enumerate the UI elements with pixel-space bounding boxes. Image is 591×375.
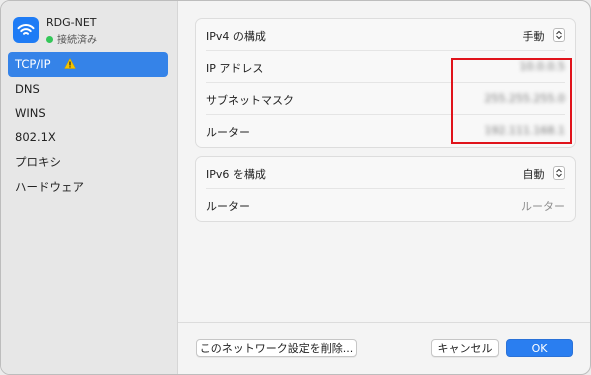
ipv4-config-row: IPv4 の構成 手動 xyxy=(196,19,575,51)
sidebar-item-label: 802.1X xyxy=(15,130,56,144)
network-header: RDG-NET 接続済み xyxy=(13,16,173,49)
ipv6-config-label: IPv6 を構成 xyxy=(206,168,266,181)
updown-chevron-icon xyxy=(553,28,565,42)
sidebar-item-dns[interactable]: DNS xyxy=(8,77,168,102)
wifi-icon xyxy=(13,17,39,43)
delete-network-button[interactable]: このネットワーク設定を削除... xyxy=(196,339,357,357)
sidebar-item-tcpip[interactable]: TCP/IP xyxy=(8,52,168,77)
sidebar-item-wins[interactable]: WINS xyxy=(8,101,168,126)
network-settings-window: RDG-NET 接続済み TCP/IP DNS WINS 802.1X プロキシ xyxy=(0,0,591,375)
main-panel: IPv4 の構成 手動 IP アドレス 10.0.0.5 サブネットマスク 25… xyxy=(178,1,590,374)
network-status-text: 接続済み xyxy=(57,35,97,46)
footer-divider xyxy=(178,322,590,323)
warning-icon xyxy=(64,58,77,69)
ok-button[interactable]: OK xyxy=(506,339,573,357)
sidebar-item-8021x[interactable]: 802.1X xyxy=(8,125,168,150)
subnet-mask-label: サブネットマスク xyxy=(206,94,294,107)
router-label: ルーター xyxy=(206,126,250,139)
sidebar-item-label: プロキシ xyxy=(15,155,61,169)
sidebar-item-proxy[interactable]: プロキシ xyxy=(8,150,168,175)
ipv4-config-value: 手動 xyxy=(522,30,545,43)
ipv6-config-popup[interactable]: 自動 xyxy=(522,166,565,182)
ipv6-panel: IPv6 を構成 自動 ルーター ルーター xyxy=(195,156,576,222)
ipv6-router-row: ルーター ルーター xyxy=(196,189,575,221)
ipv4-config-label: IPv4 の構成 xyxy=(206,30,266,43)
ipv6-router-label: ルーター xyxy=(206,200,250,213)
ipv6-router-value: ルーター xyxy=(521,200,565,213)
network-status: 接続済み xyxy=(46,31,97,46)
sidebar: RDG-NET 接続済み TCP/IP DNS WINS 802.1X プロキシ xyxy=(1,1,178,374)
sidebar-item-label: ハードウェア xyxy=(15,180,84,194)
cancel-button[interactable]: キャンセル xyxy=(431,339,499,357)
connected-dot-icon xyxy=(46,36,53,43)
ip-address-label: IP アドレス xyxy=(206,62,264,75)
network-name: RDG-NET xyxy=(46,16,97,29)
updown-chevron-icon xyxy=(553,166,565,180)
ipv6-config-value: 自動 xyxy=(522,168,545,181)
sidebar-item-label: WINS xyxy=(15,106,46,120)
sidebar-item-label: DNS xyxy=(15,82,40,96)
highlight-box xyxy=(451,58,572,144)
ipv6-config-row: IPv6 を構成 自動 xyxy=(196,157,575,189)
sidebar-item-hardware[interactable]: ハードウェア xyxy=(8,175,168,200)
ipv4-config-popup[interactable]: 手動 xyxy=(522,28,565,44)
sidebar-item-label: TCP/IP xyxy=(15,57,51,71)
